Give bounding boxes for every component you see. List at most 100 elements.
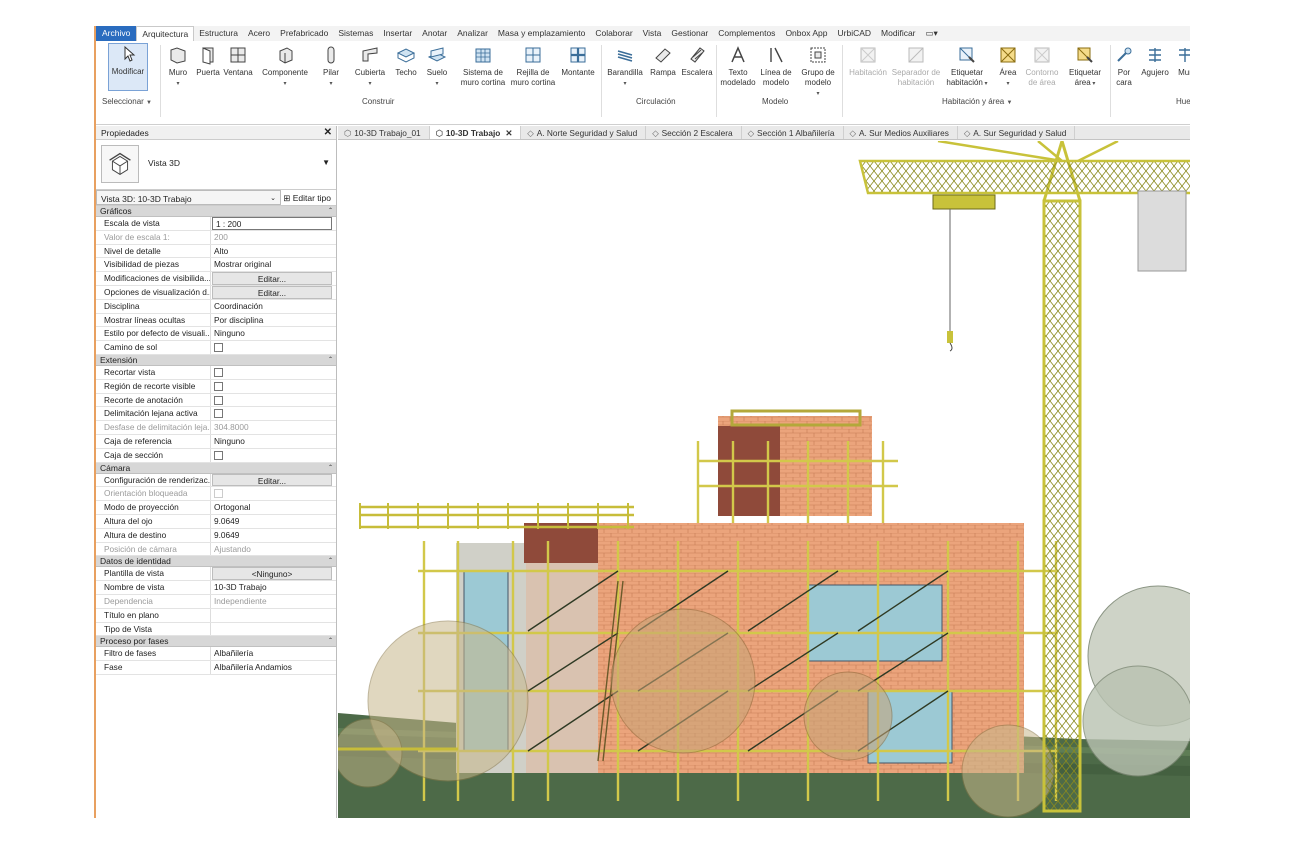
menu-tab-3[interactable]: Acero (243, 26, 275, 41)
collapse-icon[interactable]: ⌃ (328, 556, 333, 567)
menu-tab-4[interactable]: Prefabricado (275, 26, 333, 41)
property-group-header[interactable]: Gráficos ⌃ (96, 206, 336, 217)
component-button[interactable]: Componente ▾ (260, 45, 310, 89)
property-value[interactable]: Ortogonal (211, 501, 336, 514)
curtain-grid-button[interactable]: Rejilla de muro cortina (508, 45, 558, 88)
roof-button[interactable]: Cubierta ▾ (352, 45, 388, 89)
menu-tab-8[interactable]: Analizar (452, 26, 493, 41)
model-line-button[interactable]: Línea de modelo (758, 45, 794, 88)
ramp-button[interactable]: Rampa (648, 45, 678, 78)
view-tab[interactable]: ◇ A. Norte Seguridad y Salud (521, 126, 647, 139)
menu-tab-2[interactable]: Estructura (194, 26, 243, 41)
ceiling-button[interactable]: Techo (392, 45, 420, 78)
room-button[interactable]: Habitación (846, 45, 890, 78)
property-group-header[interactable]: Cámara ⌃ (96, 462, 336, 474)
property-input[interactable]: 1 : 200 (212, 217, 332, 230)
modify-button[interactable]: Modificar (108, 43, 148, 91)
property-value[interactable]: Alto (211, 245, 336, 258)
collapse-icon[interactable]: ⌃ (328, 355, 333, 366)
menu-tab-15[interactable]: UrbiCAD (833, 26, 877, 41)
mullion-button[interactable]: Montante (558, 45, 598, 78)
model-group-button[interactable]: Grupo de modelo ▾ (798, 45, 838, 99)
menu-tab-11[interactable]: Vista (638, 26, 667, 41)
checkbox[interactable] (214, 450, 223, 460)
view-tab[interactable]: ◇ Sección 2 Escalera (646, 126, 742, 139)
property-value[interactable]: Albañilería (211, 647, 336, 660)
door-icon (202, 47, 214, 65)
edit-button[interactable]: <Ninguno> (212, 567, 332, 581)
room-area-panel-label[interactable]: Habitación y área ▼ (942, 97, 1012, 106)
checkbox[interactable] (214, 343, 223, 353)
wall-button[interactable]: Muro ▾ (164, 45, 192, 89)
3d-view-canvas[interactable] (338, 141, 1190, 818)
view-tab[interactable]: ◇ A. Sur Medios Auxiliares (844, 126, 958, 139)
property-value[interactable]: Ninguno (211, 327, 336, 340)
checkbox[interactable] (214, 409, 223, 419)
select-panel-label[interactable]: Seleccionar ▼ (102, 97, 152, 106)
checkbox[interactable] (214, 367, 223, 377)
door-button[interactable]: Puerta (194, 45, 222, 78)
menu-tab-7[interactable]: Anotar (417, 26, 452, 41)
column-button[interactable]: Pilar ▾ (320, 45, 342, 89)
checkbox[interactable] (214, 395, 223, 405)
property-group-header[interactable]: Extensión ⌃ (96, 354, 336, 366)
quick-access-icon[interactable]: ▭▾ (921, 26, 943, 41)
edit-button[interactable]: Editar... (212, 272, 332, 285)
room-separator-button[interactable]: Separador de habitación (890, 45, 942, 88)
wall-opening-button[interactable]: Mur (1174, 45, 1190, 78)
edit-button[interactable]: Editar... (212, 473, 332, 487)
menu-tab-10[interactable]: Colaborar (590, 26, 637, 41)
menu-tab-9[interactable]: Masa y emplazamiento (493, 26, 590, 41)
edit-type-button[interactable]: ⊞ Editar tipo (283, 190, 331, 206)
collapse-icon[interactable]: ⌃ (328, 206, 333, 217)
property-label: Camino de sol (96, 341, 211, 354)
property-value[interactable]: Por disciplina (211, 314, 336, 327)
close-icon[interactable]: ✕ (324, 126, 332, 140)
area-button[interactable]: Área ▾ (994, 45, 1022, 89)
property-value[interactable]: 9.0649 (211, 529, 336, 542)
chevron-down-icon[interactable]: ▼ (322, 158, 330, 167)
collapse-icon[interactable]: ⌃ (328, 463, 333, 474)
shaft-button[interactable]: Agujero (1138, 45, 1172, 78)
property-value[interactable]: 9.0649 (211, 515, 336, 528)
view-tab[interactable]: ◇ Sección 1 Albañilería (742, 126, 844, 139)
type-selector[interactable]: Vista 3D ▼ (96, 140, 336, 190)
instance-dropdown[interactable]: Vista 3D: 10-3D Trabajo ⌄ (96, 190, 281, 205)
view-tab[interactable]: ⬡ 10-3D Trabajo ✕ (429, 126, 522, 139)
railing-button[interactable]: Barandilla ▾ (604, 45, 646, 89)
property-value[interactable]: Ninguno (211, 435, 336, 448)
model-text-button[interactable]: Texto modelado (718, 45, 758, 88)
property-group-header[interactable]: Proceso por fases ⌃ (96, 636, 336, 648)
view-tab[interactable]: ⬡ 10-3D Trabajo_01 (338, 126, 430, 139)
window-button[interactable]: Ventana (222, 45, 254, 78)
property-value[interactable]: Mostrar original (211, 258, 336, 271)
elevation-view-icon: ◇ (652, 128, 659, 138)
tag-area-button[interactable]: Etiquetar área ▾ (1064, 45, 1106, 89)
property-value[interactable]: Coordinación (211, 300, 336, 313)
menu-tab-16[interactable]: Modificar (876, 26, 920, 41)
menu-tab-13[interactable]: Complementos (713, 26, 780, 41)
curtain-system-button[interactable]: Sistema de muro cortina (456, 45, 510, 88)
floor-button[interactable]: Suelo ▾ (424, 45, 450, 89)
view-tab[interactable]: ◇ A. Sur Seguridad y Salud (958, 126, 1076, 139)
checkbox[interactable] (214, 381, 223, 391)
menu-tab-5[interactable]: Sistemas (333, 26, 378, 41)
area-boundary-button[interactable]: Contorno de área (1022, 45, 1062, 88)
edit-button[interactable]: Editar... (212, 285, 332, 299)
property-value[interactable] (211, 623, 336, 636)
stair-button[interactable]: Escalera (680, 45, 714, 78)
menu-tab-14[interactable]: Onbox App (780, 26, 832, 41)
close-tab-icon[interactable]: ✕ (505, 128, 512, 138)
menu-tab-1[interactable]: Arquitectura (136, 26, 195, 41)
by-face-button[interactable]: Por cara (1112, 45, 1136, 88)
menu-tab-0[interactable]: Archivo (96, 26, 137, 41)
collapse-icon[interactable]: ⌃ (328, 636, 333, 647)
property-value[interactable]: Albañilería Andamios (211, 661, 336, 674)
menu-tab-6[interactable]: Insertar (378, 26, 417, 41)
property-value[interactable]: 10-3D Trabajo (211, 581, 336, 594)
property-row: Configuración de renderizac... Editar... (96, 473, 336, 488)
menu-tab-12[interactable]: Gestionar (666, 26, 713, 41)
tag-room-button[interactable]: Etiquetar habitación ▾ (944, 45, 990, 89)
property-group-header[interactable]: Datos de identidad ⌃ (96, 556, 336, 568)
property-value[interactable] (211, 609, 336, 622)
